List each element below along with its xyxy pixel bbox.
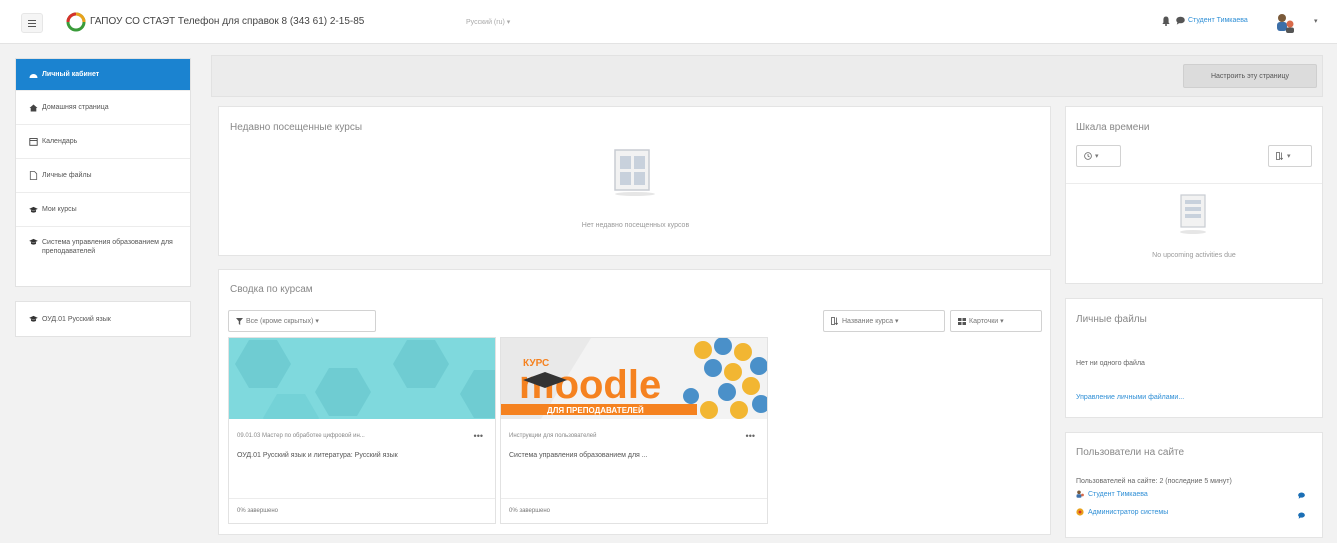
online-user-name[interactable]: Студент Тимкаева (1088, 491, 1148, 498)
course-card[interactable]: КУРС moodle ДЛЯ ПРЕПОДАВАТЕЛЕЙ Инструкци… (500, 337, 768, 524)
course-card[interactable]: 09.01.03 Мастер по обработке цифровой ин… (228, 337, 496, 524)
user-avatar-icon (1076, 490, 1084, 498)
course-name-link[interactable]: Система управления образованием для ... (509, 450, 739, 461)
online-user-row[interactable]: Студент Тимкаева (1076, 490, 1148, 498)
recent-courses-empty-text: Нет недавно посещенных курсов (581, 222, 690, 229)
chat-icon[interactable] (1176, 16, 1185, 25)
course-progress: 0% завершено (237, 508, 279, 514)
timeline-divider (1066, 183, 1322, 184)
hamburger-icon-line (28, 19, 36, 21)
course-progress: 0% завершено (509, 508, 551, 514)
language-menu[interactable]: Русский (ru) ▾ (466, 18, 510, 26)
dashboard-icon (29, 73, 38, 78)
online-users-block: Пользователи на сайте Пользователей на с… (1065, 432, 1323, 538)
message-icon[interactable] (1298, 492, 1305, 499)
course-view-label: Карточки ▾ (969, 318, 1004, 325)
drawer-main-group: Личный кабинет Домашняя страница Календа… (15, 58, 191, 287)
course-sort-label: Название курса ▾ (842, 318, 899, 325)
dropdown-caret: ▾ (1095, 153, 1099, 160)
timeline-sort-dropdown[interactable]: ▾ (1268, 145, 1312, 167)
top-navbar: ГАПОУ СО СТАЭТ Телефон для справок 8 (34… (0, 0, 1337, 44)
timeline-filter-dropdown[interactable]: ▾ (1076, 145, 1121, 167)
course-filter-dropdown[interactable]: Все (кроме скрытых) ▾ (228, 310, 376, 332)
bell-icon[interactable] (1162, 16, 1170, 26)
image-teachers-label: ДЛЯ ПРЕПОДАВАТЕЛЕЙ (547, 406, 644, 415)
course-actions-menu[interactable]: ••• (474, 431, 483, 441)
graduation-cap-icon (29, 315, 38, 322)
course-divider (501, 498, 767, 499)
sort-icon (831, 317, 839, 325)
clock-icon (1084, 152, 1092, 160)
recent-courses-title: Недавно посещенные курсы (230, 122, 363, 133)
drawer-item-lms-teachers[interactable]: Система управления образованием для преп… (16, 227, 190, 286)
private-files-empty-text: Нет ни одного файла (1076, 360, 1145, 367)
course-category: 09.01.03 Мастер по обработке цифровой ин… (237, 433, 365, 439)
graduation-cap-icon (29, 206, 38, 213)
dropdown-caret: ▾ (1287, 153, 1291, 160)
course-sort-dropdown[interactable]: Название курса ▾ (823, 310, 945, 332)
course-actions-menu[interactable]: ••• (746, 431, 755, 441)
drawer-course-group: ОУД.01 Русский язык (15, 301, 191, 337)
timeline-block: Шкала времени ▾ ▾ No upcoming activities… (1065, 106, 1323, 284)
course-overview-title: Сводка по курсам (230, 284, 313, 295)
timeline-empty-text: No upcoming activities due (1152, 252, 1236, 259)
online-user-name[interactable]: Администратор системы (1088, 509, 1168, 516)
user-avatar[interactable] (1274, 12, 1296, 34)
private-files-title: Личные файлы (1076, 314, 1147, 325)
drawer-item-label: ОУД.01 Русский язык (42, 315, 111, 323)
drawer-item-label: Личный кабинет (42, 71, 100, 78)
sort-icon (1276, 152, 1284, 160)
filter-icon (236, 317, 243, 325)
grid-icon (958, 317, 966, 325)
drawer-item-private-files[interactable]: Личные файлы (16, 159, 190, 193)
hamburger-icon-line (28, 25, 36, 27)
drawer-item-label: Домашняя страница (42, 104, 109, 111)
course-image-moodle[interactable]: КУРС moodle ДЛЯ ПРЕПОДАВАТЕЛЕЙ (501, 338, 767, 419)
course-name-link[interactable]: ОУД.01 Русский язык и литература: Русски… (237, 450, 467, 461)
file-icon (29, 171, 38, 180)
message-icon[interactable] (1298, 512, 1305, 519)
private-files-block: Личные файлы Нет ни одного файла Управле… (1065, 298, 1323, 418)
recent-courses-block: Недавно посещенные курсы Нет недавно пос… (218, 106, 1051, 256)
calendar-icon (29, 138, 38, 146)
course-image-hexagons[interactable] (229, 338, 495, 419)
moodle-course-image: КУРС moodle ДЛЯ ПРЕПОДАВАТЕЛЕЙ (501, 338, 767, 419)
nav-drawer: Личный кабинет Домашняя страница Календа… (15, 58, 191, 351)
hamburger-icon-line (28, 22, 36, 24)
drawer-item-label: Система управления образованием для преп… (42, 239, 173, 255)
home-icon (29, 104, 38, 111)
admin-avatar-icon (1076, 508, 1084, 516)
user-menu-name[interactable]: Студент Тимкаева (1188, 17, 1248, 24)
drawer-item-my-courses[interactable]: Мои курсы (16, 193, 190, 227)
course-filter-label: Все (кроме скрытых) ▾ (246, 318, 319, 325)
site-title-link[interactable]: ГАПОУ СО СТАЭТ Телефон для справок 8 (34… (90, 16, 364, 27)
empty-timeline-icon (1180, 194, 1206, 234)
course-divider (229, 498, 495, 499)
course-category: Инструкции для пользователей (509, 433, 597, 439)
manage-private-files-link[interactable]: Управление личными файлами... (1076, 394, 1184, 401)
site-logo-icon[interactable] (66, 12, 86, 32)
hexagon-pattern-image (229, 338, 495, 419)
customise-page-button[interactable]: Настроить эту страницу (1183, 64, 1317, 88)
timeline-title: Шкала времени (1076, 122, 1150, 133)
user-menu-caret[interactable]: ▾ (1314, 17, 1318, 25)
page-header (211, 55, 1323, 97)
drawer-item-home[interactable]: Домашняя страница (16, 91, 190, 125)
empty-courses-icon (614, 149, 655, 196)
online-users-summary: Пользователей на сайте: 2 (последние 5 м… (1076, 478, 1232, 485)
drawer-item-label: Календарь (42, 138, 78, 145)
online-users-title: Пользователи на сайте (1076, 447, 1185, 458)
drawer-item-course-russian[interactable]: ОУД.01 Русский язык (16, 302, 190, 336)
graduation-cap-icon (29, 238, 38, 245)
drawer-item-dashboard[interactable]: Личный кабинет (16, 59, 190, 91)
drawer-item-label: Мои курсы (42, 206, 77, 213)
course-view-dropdown[interactable]: Карточки ▾ (950, 310, 1042, 332)
menu-toggle-button[interactable] (21, 13, 43, 33)
online-user-row[interactable]: Администратор системы (1076, 508, 1168, 516)
drawer-item-calendar[interactable]: Календарь (16, 125, 190, 159)
drawer-item-label: Личные файлы (42, 172, 92, 179)
